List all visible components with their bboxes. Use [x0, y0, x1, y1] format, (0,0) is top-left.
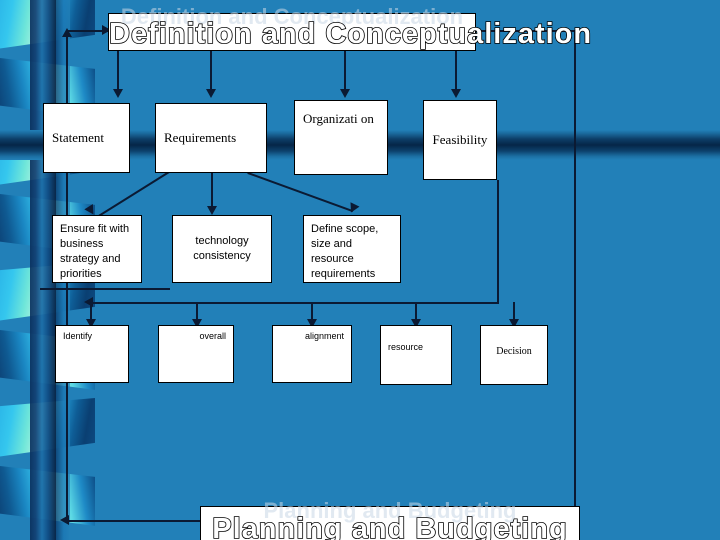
connector-row2-to-bus-left [40, 288, 170, 290]
connector-right-vertical [574, 30, 576, 520]
box-technology-consistency-label: technology consistency [193, 235, 251, 262]
box-feasibility[interactable]: Feasibility [423, 100, 497, 180]
box-organization[interactable]: Organizati on [294, 100, 388, 175]
box-alignment[interactable]: alignment [272, 325, 352, 383]
box-alignment-label: alignment [304, 331, 344, 341]
box-resource[interactable]: resource [380, 325, 452, 385]
connector-banner-to-statement [117, 50, 119, 93]
connector-req-to-technology [211, 172, 213, 210]
box-identify-label: Identify [63, 331, 93, 341]
top-banner: Definition and Conceptualization Definit… [108, 4, 593, 51]
box-organization-label: Organizati on [303, 111, 374, 126]
connector-bus-horizontal [90, 302, 499, 304]
bottom-banner: Planning and Budgeting Planning and Budg… [200, 498, 580, 540]
box-statement-label: Statement [52, 130, 104, 146]
connector-req-to-define [247, 172, 354, 213]
box-ensure-fit-label: Ensure fit with business strategy and pr… [60, 223, 130, 280]
box-overall[interactable]: overall [158, 325, 234, 383]
box-define-scope[interactable]: Define scope, size and resource requirem… [303, 215, 401, 283]
connector-banner-to-feasibility-arrow [451, 89, 461, 98]
box-decision[interactable]: Decision [480, 325, 548, 385]
box-identify[interactable]: Identify [55, 325, 129, 383]
box-statement[interactable]: Statement [43, 103, 130, 173]
box-overall-label: overall [199, 331, 226, 341]
connector-banner-to-requirements-arrow [206, 89, 216, 98]
connector-req-to-technology-arrow [207, 206, 217, 215]
connector-banner-to-organization-arrow [340, 89, 350, 98]
box-requirements-label: Requirements [164, 130, 237, 146]
top-banner-title: Definition and Conceptualization [108, 17, 593, 51]
box-technology-consistency[interactable]: technology consistency [172, 215, 272, 283]
slide-canvas: Definition and Conceptualization Definit… [0, 0, 720, 540]
connector-feedback-up-arrow [62, 28, 72, 37]
box-resource-label: resource [388, 342, 424, 352]
box-decision-label: Decision [496, 346, 532, 357]
box-feasibility-label: Feasibility [432, 132, 488, 148]
connector-feedback-bottom [66, 520, 211, 522]
connector-banner-to-organization [344, 50, 346, 93]
connector-banner-to-requirements [210, 50, 212, 93]
connector-banner-to-statement-arrow [113, 89, 123, 98]
box-ensure-fit[interactable]: Ensure fit with business strategy and pr… [52, 215, 142, 283]
connector-feasibility-down [497, 180, 499, 302]
connector-req-to-define-arrow [346, 202, 360, 215]
box-define-scope-label: Define scope, size and resource requirem… [311, 223, 379, 280]
box-requirements[interactable]: Requirements [155, 103, 267, 173]
connector-banner-to-feasibility [455, 50, 457, 93]
connector-feedback-bottom-arrow [60, 515, 69, 525]
bottom-banner-title: Planning and Budgeting [211, 512, 568, 540]
